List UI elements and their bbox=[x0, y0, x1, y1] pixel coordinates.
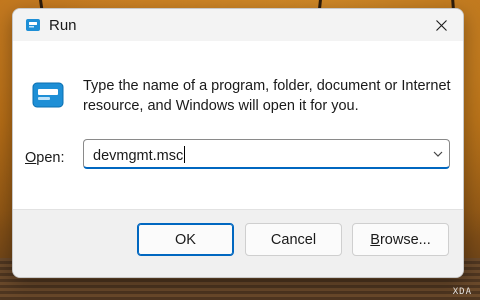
browse-accelerator: B bbox=[370, 231, 380, 248]
run-dialog: Run Type the name of a program, folder, … bbox=[12, 8, 464, 278]
open-combobox[interactable]: devmgmt.msc bbox=[83, 139, 450, 169]
cancel-button[interactable]: Cancel bbox=[245, 223, 342, 256]
chevron-down-icon[interactable] bbox=[433, 149, 443, 159]
open-label: Open: bbox=[25, 150, 65, 166]
open-input-value: devmgmt.msc bbox=[93, 148, 184, 164]
title-bar[interactable]: Run bbox=[13, 9, 463, 41]
open-input[interactable]: devmgmt.msc bbox=[93, 146, 186, 164]
close-icon bbox=[435, 19, 447, 31]
browse-label-rest: rowse... bbox=[379, 231, 431, 248]
open-label-accelerator: O bbox=[25, 150, 37, 166]
open-label-rest: pen: bbox=[36, 150, 65, 166]
instructions-text: Type the name of a program, folder, docu… bbox=[83, 78, 451, 114]
watermark-logo: XDA bbox=[452, 287, 472, 297]
window-title: Run bbox=[49, 17, 77, 34]
run-app-icon bbox=[26, 19, 40, 31]
dialog-body: Type the name of a program, folder, docu… bbox=[13, 41, 463, 209]
browse-button[interactable]: Browse... bbox=[352, 223, 449, 256]
close-button[interactable] bbox=[419, 9, 463, 41]
ok-button[interactable]: OK bbox=[137, 223, 234, 256]
button-bar: OK Cancel Browse... bbox=[13, 209, 463, 277]
run-icon bbox=[32, 82, 64, 108]
text-caret bbox=[184, 146, 186, 163]
